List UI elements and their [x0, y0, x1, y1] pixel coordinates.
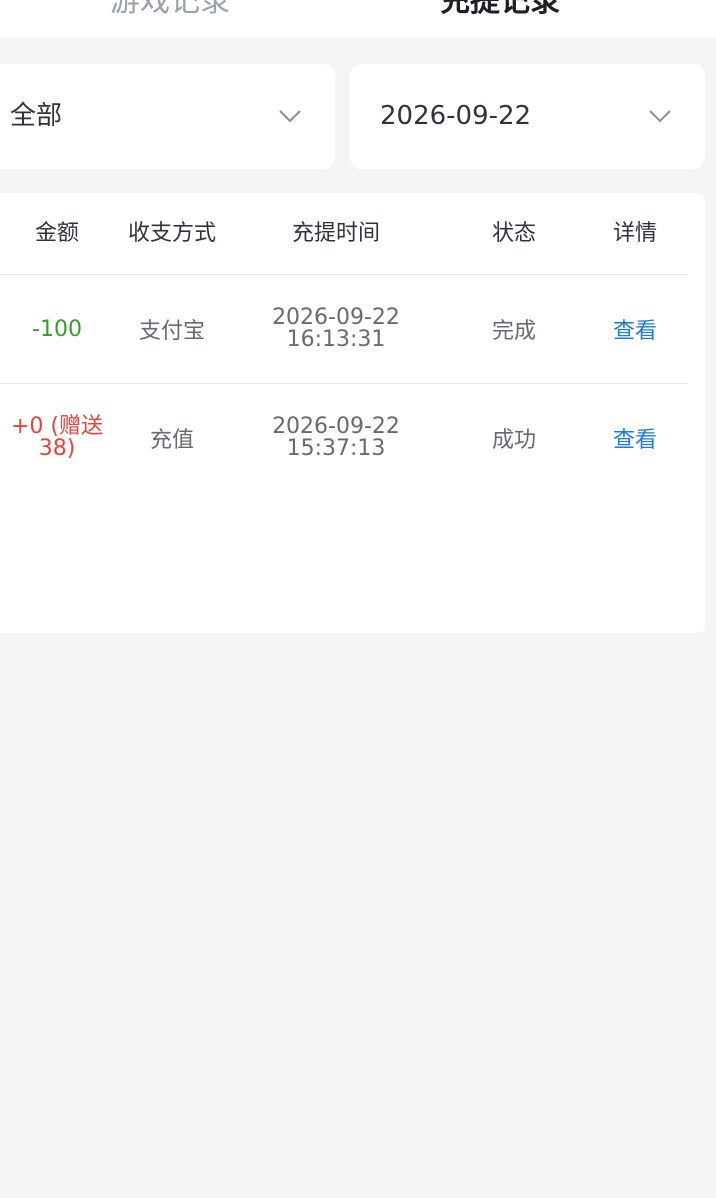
row-time: 2026-09-22 15:37:13: [246, 384, 426, 492]
type-filter-value: 全部: [10, 101, 63, 131]
record-tabs: 游戏记录 充提记录: [0, 0, 716, 38]
view-details-link[interactable]: 查看: [600, 275, 670, 383]
row-status: 完成: [491, 319, 536, 344]
row-time-clock: 15:37:13: [286, 436, 386, 461]
header-details: 详情: [612, 221, 657, 246]
header-time: 充提时间: [291, 221, 380, 246]
chevron-down-icon: [649, 110, 671, 123]
row-status: 成功: [491, 428, 536, 453]
row-time-date: 2026-09-22: [272, 414, 400, 439]
chevron-down-icon: [279, 110, 301, 123]
view-details-link[interactable]: 查看: [600, 384, 670, 492]
header-amount: 金额: [34, 221, 79, 246]
records-table: 金额 收支方式 充提时间 状态 详情 -100 支付宝 2026-09-22 1…: [0, 193, 705, 633]
row-time: 2026-09-22 16:13:31: [246, 275, 426, 383]
row-method: 充值: [149, 428, 194, 453]
header-method: 收支方式: [127, 221, 216, 246]
date-filter-value: 2026-09-22: [380, 101, 532, 131]
row-time-date: 2026-09-22: [272, 305, 400, 330]
type-filter-dropdown[interactable]: 全部: [0, 64, 335, 169]
date-filter-dropdown[interactable]: 2026-09-22: [350, 64, 705, 169]
row-method: 支付宝: [138, 319, 205, 344]
header-status: 状态: [491, 221, 536, 246]
row-time-clock: 16:13:31: [286, 327, 386, 352]
row-amount: -100: [32, 316, 82, 342]
row-amount-main: +0 (赠送: [10, 414, 103, 439]
row-amount: +0 (赠送 38): [6, 384, 108, 492]
tab-game-records[interactable]: 游戏记录: [110, 0, 230, 22]
row-amount-bonus: 38): [38, 436, 76, 461]
tab-recharge-records[interactable]: 充提记录: [440, 0, 560, 22]
